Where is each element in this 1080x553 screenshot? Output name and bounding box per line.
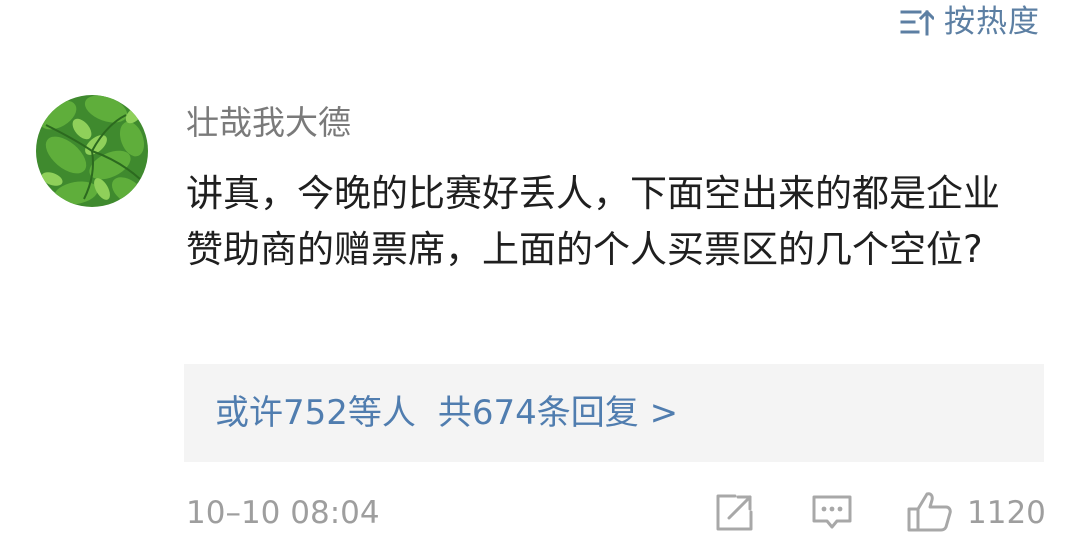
comment-text: 讲真，今晚的比赛好丢人，下面空出来的都是企业赞助商的赠票席，上面的个人买票区的几… [186, 172, 1000, 271]
username[interactable]: 壮哉我大德 [186, 103, 1046, 143]
sort-by-hot-toggle[interactable]: 按热度 [900, 4, 1040, 40]
reply-authors: 或许752等人 [215, 393, 416, 433]
user-avatar[interactable] [36, 95, 148, 207]
thumbs-up-icon[interactable] [906, 490, 954, 534]
like-count: 1120 [967, 495, 1046, 531]
reply-total-link: 共674条回复 > [437, 393, 679, 433]
replies-summary[interactable]: 或许752等人 共674条回复 > [215, 393, 678, 433]
sort-lines-icon [900, 9, 934, 36]
comment-timestamp: 10–10 08:04 [186, 495, 380, 531]
replies-summary-box[interactable]: 或许752等人 共674条回复 > [184, 364, 1044, 462]
share-arrow-icon[interactable] [713, 490, 757, 534]
comment-bubble-icon[interactable] [810, 490, 854, 534]
parsley-leaf-avatar [36, 95, 148, 207]
comment-body: 壮哉我大德 讲真，今晚的比赛好丢人，下面空出来的都是企业赞助商的赠票席，上面的个… [186, 103, 1046, 278]
sort-label: 按热度 [944, 4, 1040, 40]
